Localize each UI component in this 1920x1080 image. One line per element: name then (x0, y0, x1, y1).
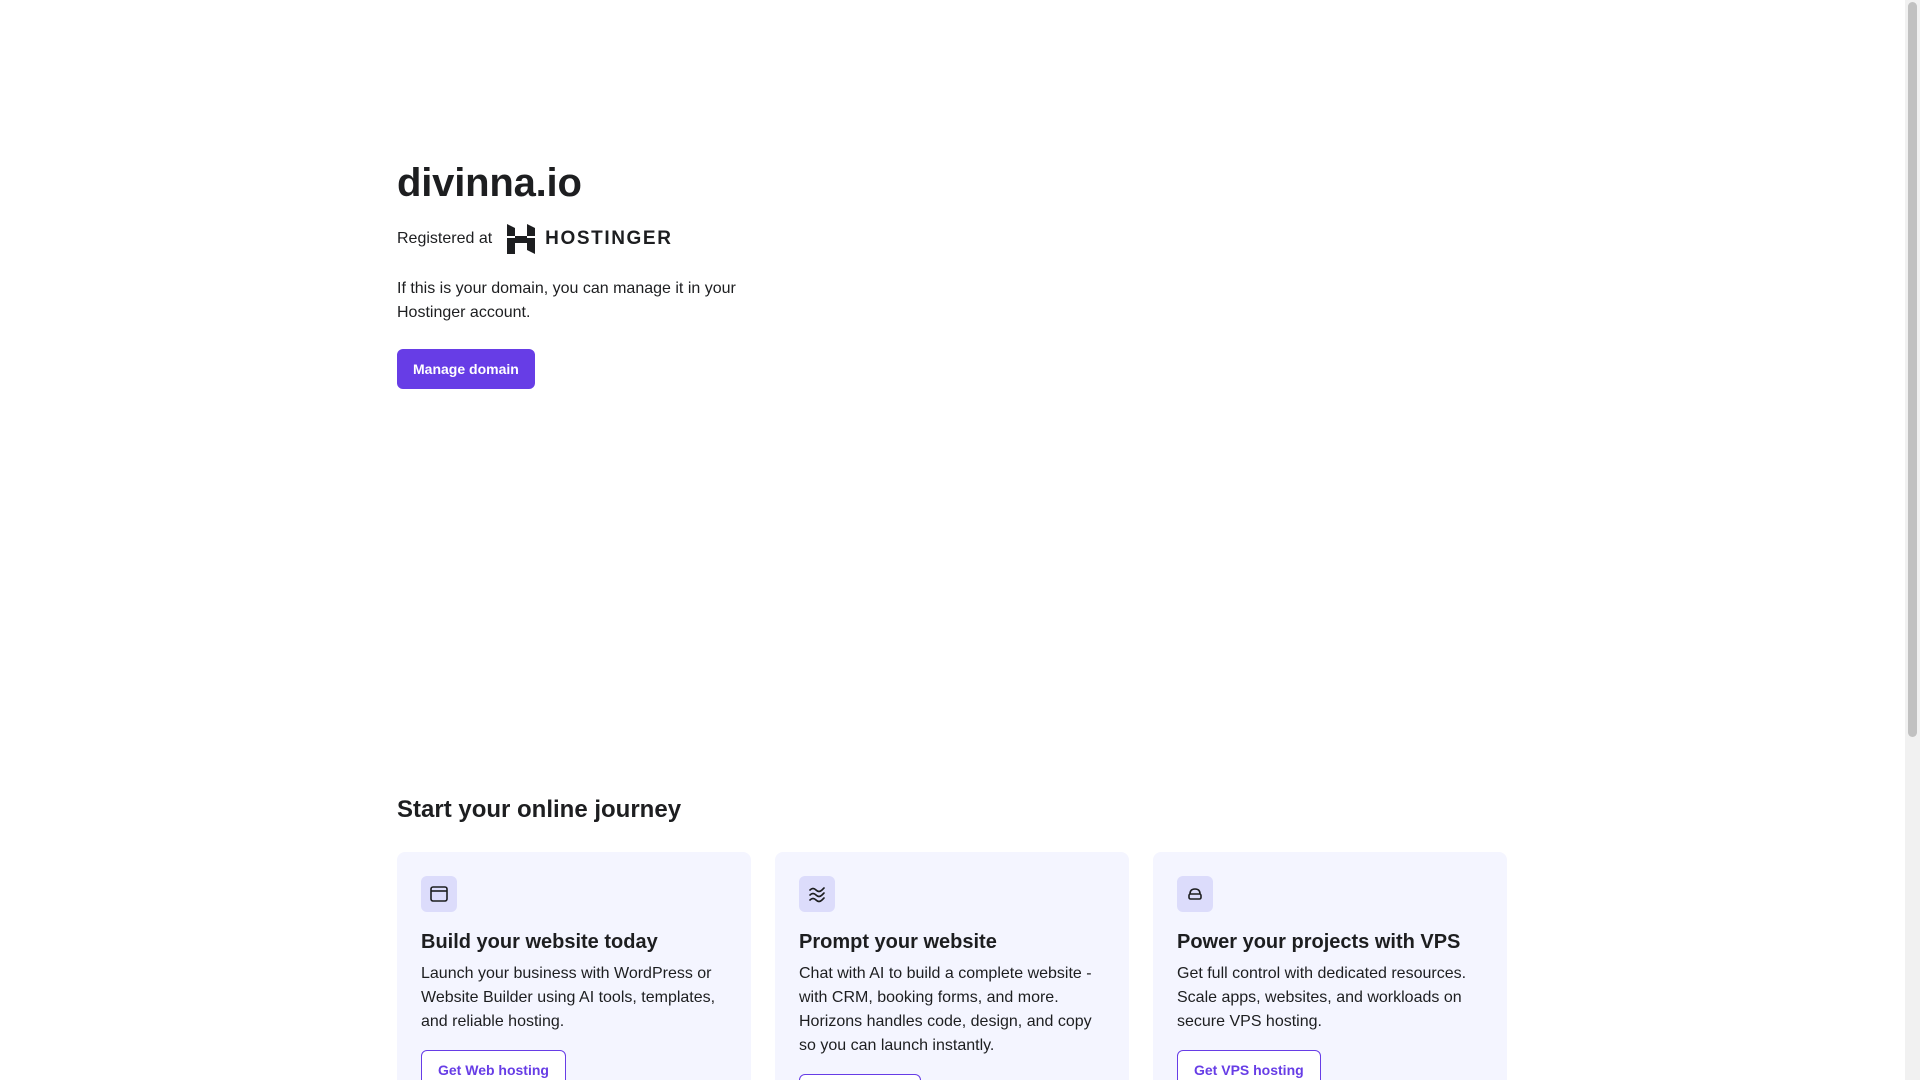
scrollbar-thumb[interactable] (1908, 2, 1917, 737)
journey-cards: Build your website today Launch your bus… (397, 852, 1507, 1080)
card-web-hosting: Build your website today Launch your bus… (397, 852, 751, 1080)
card-description: Chat with AI to build a complete website… (799, 965, 1092, 1054)
card-horizons: Prompt your website Chat with AI to buil… (775, 852, 1129, 1080)
card-description: Launch your business with WordPress or W… (421, 965, 716, 1030)
card-description: Get full control with dedicated resource… (1177, 965, 1467, 1030)
registrar-row: Registered at HOSTINGER (397, 223, 817, 255)
hostinger-logo: HOSTINGER (507, 224, 672, 254)
card-vps-hosting: Power your projects with VPS Get full co… (1153, 852, 1507, 1080)
manage-domain-button[interactable]: Manage domain (397, 349, 535, 389)
browser-window-icon (421, 876, 457, 912)
registered-label: Registered at (397, 230, 493, 247)
get-vps-hosting-button[interactable]: Get VPS hosting (1177, 1050, 1321, 1080)
card-title: Build your website today (421, 931, 658, 953)
card-title: Power your projects with VPS (1177, 931, 1461, 953)
horizons-card-button[interactable] (799, 1074, 921, 1080)
card-title: Prompt your website (799, 931, 997, 953)
page: divinna.io Registered at HOSTINGER If th… (0, 0, 1920, 1080)
domain-title: divinna.io (397, 161, 582, 205)
vertical-scrollbar[interactable] (1905, 0, 1920, 1080)
journey-title: Start your online journey (397, 796, 682, 823)
cloud-server-icon (1177, 876, 1213, 912)
hero-section: divinna.io Registered at HOSTINGER If th… (397, 155, 817, 389)
get-web-hosting-button[interactable]: Get Web hosting (421, 1050, 566, 1080)
hostinger-wordmark: HOSTINGER (545, 228, 673, 249)
ai-waves-icon (799, 876, 835, 912)
hero-description: If this is your domain, you can manage i… (397, 280, 736, 321)
hostinger-logo-icon (507, 224, 536, 254)
